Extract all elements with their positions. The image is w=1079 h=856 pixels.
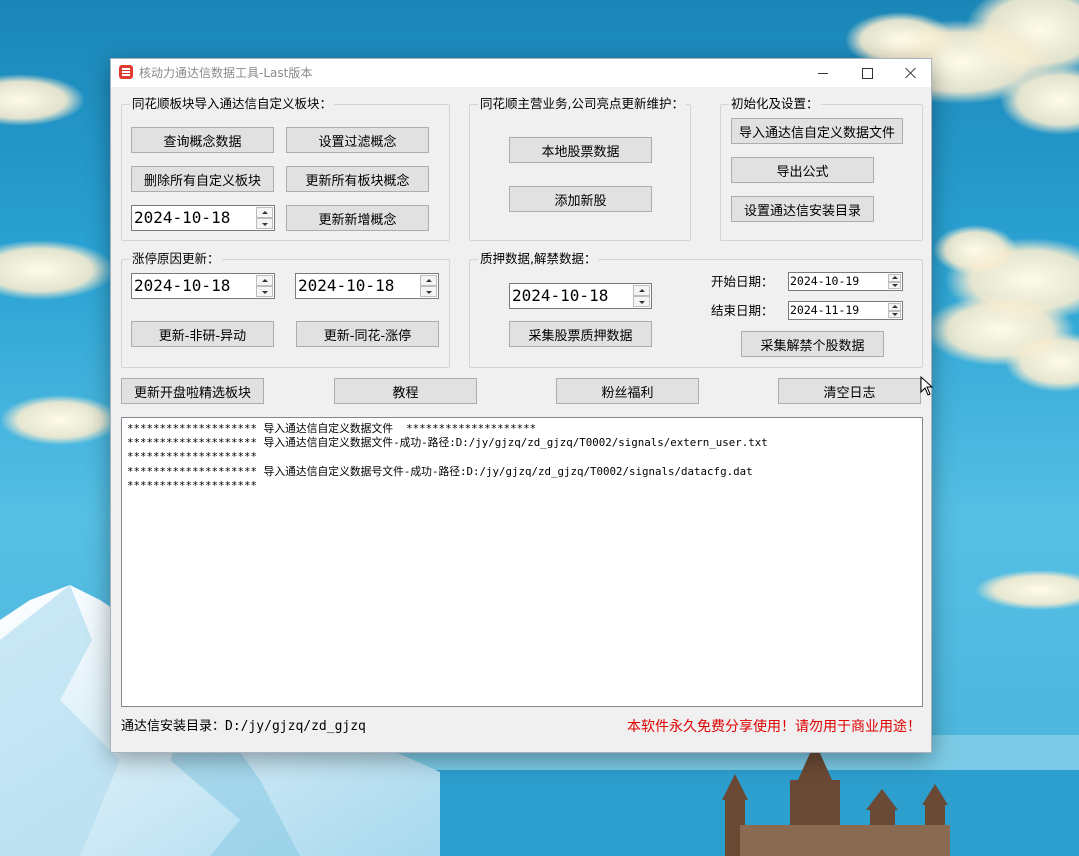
title-bar[interactable]: 核动力通达信数据工具-Last版本 [111, 59, 931, 87]
import-tdx-custom-data-button[interactable]: 导入通达信自定义数据文件 [731, 118, 903, 144]
spin-down-icon[interactable] [888, 310, 901, 318]
start-date-picker[interactable]: 2024-10-19 [788, 272, 903, 291]
log-line: ******************** [127, 478, 258, 492]
update-all-block-concepts-button[interactable]: 更新所有板块概念 [286, 166, 429, 192]
maximize-button[interactable] [845, 59, 889, 87]
limit-up-date-from-value: 2024-10-18 [134, 276, 231, 295]
maximize-icon [862, 68, 873, 79]
settings-group-label: 初始化及设置： [729, 96, 821, 112]
update-ths-limit-up-button[interactable]: 更新-同花-涨停 [296, 321, 439, 347]
end-date-label: 结束日期： [711, 303, 774, 318]
clear-log-button[interactable]: 清空日志 [778, 378, 921, 404]
limit-up-group-label: 涨停原因更新： [130, 251, 222, 267]
mouse-cursor-icon [920, 376, 934, 396]
log-line: ******************** 导入通达信自定义数据文件-成功-路径:… [127, 436, 768, 450]
update-kpl-blocks-button[interactable]: 更新开盘啦精选板块 [121, 378, 264, 404]
log-line: ******************** 导入通达信自定义数据号文件-成功-路径… [127, 464, 753, 478]
install-dir-status: 通达信安装目录：D:/jy/gjzq/zd_gjzq [121, 719, 366, 734]
ths-import-group-label: 同花顺板块导入通达信自定义板块： [130, 96, 335, 112]
concept-date-picker[interactable]: 2024-10-18 [131, 205, 275, 231]
date-spinner[interactable] [633, 285, 650, 307]
date-spinner[interactable] [888, 303, 901, 318]
end-date-picker[interactable]: 2024-11-19 [788, 301, 903, 320]
close-icon [905, 67, 917, 79]
settings-group: 初始化及设置： 导入通达信自定义数据文件 导出公式 设置通达信安装目录 [720, 96, 923, 241]
date-spinner[interactable] [256, 207, 273, 229]
pledge-unlock-group: 质押数据,解禁数据： 2024-10-18 采集股票质押数据 开始日期： 202… [469, 251, 923, 368]
export-formula-button[interactable]: 导出公式 [731, 157, 874, 183]
spin-down-icon[interactable] [420, 286, 437, 297]
log-line: ******************** [127, 450, 258, 464]
limit-up-date-to-value: 2024-10-18 [298, 276, 395, 295]
spin-down-icon[interactable] [256, 286, 273, 297]
minimize-button[interactable] [801, 59, 845, 87]
spin-up-icon[interactable] [888, 274, 901, 282]
spin-up-icon[interactable] [888, 303, 901, 311]
pledge-unlock-group-label: 质押数据,解禁数据： [478, 251, 599, 267]
spin-down-icon[interactable] [888, 281, 901, 289]
limit-up-date-from-picker[interactable]: 2024-10-18 [131, 273, 275, 299]
spin-down-icon[interactable] [256, 218, 273, 229]
start-date-value: 2024-10-19 [790, 274, 860, 288]
fan-benefits-button[interactable]: 粉丝福利 [556, 378, 699, 404]
update-new-concepts-button[interactable]: 更新新增概念 [286, 205, 429, 231]
limit-up-group: 涨停原因更新： 2024-10-18 2024-10-18 更新-非研-异动 更… [121, 251, 450, 368]
minimize-icon [818, 73, 828, 74]
tutorial-button[interactable]: 教程 [334, 378, 477, 404]
pledge-date-picker[interactable]: 2024-10-18 [509, 283, 652, 309]
set-filter-concepts-button[interactable]: 设置过滤概念 [286, 127, 429, 153]
spin-up-icon[interactable] [420, 275, 437, 286]
spin-up-icon[interactable] [256, 207, 273, 218]
set-tdx-install-dir-button[interactable]: 设置通达信安装目录 [731, 196, 874, 222]
delete-custom-blocks-button[interactable]: 删除所有自定义板块 [131, 166, 274, 192]
concept-date-value: 2024-10-18 [134, 208, 231, 227]
ths-import-group: 同花顺板块导入通达信自定义板块： 查询概念数据 设置过滤概念 删除所有自定义板块… [121, 96, 450, 241]
collect-unlock-data-button[interactable]: 采集解禁个股数据 [741, 331, 884, 357]
collect-pledge-data-button[interactable]: 采集股票质押数据 [509, 321, 652, 347]
app-logo-icon [119, 65, 133, 79]
free-use-notice: 本软件永久免费分享使用！请勿用于商业用途！ [627, 719, 921, 735]
pledge-date-value: 2024-10-18 [512, 286, 609, 305]
spin-down-icon[interactable] [633, 296, 650, 307]
start-date-label: 开始日期： [711, 274, 774, 289]
add-new-stock-button[interactable]: 添加新股 [509, 186, 652, 212]
query-concepts-button[interactable]: 查询概念数据 [131, 127, 274, 153]
log-line: ******************** 导入通达信自定义数据文件 ******… [127, 422, 537, 435]
app-window: 核动力通达信数据工具-Last版本 同花顺板块导入通达信自定义板块： 查询概念数… [110, 58, 932, 753]
ths-business-group: 同花顺主营业务,公司亮点更新维护： 本地股票数据 添加新股 [469, 96, 691, 241]
date-spinner[interactable] [256, 275, 273, 297]
limit-up-date-to-picker[interactable]: 2024-10-18 [295, 273, 439, 299]
end-date-value: 2024-11-19 [790, 303, 860, 317]
local-stock-data-button[interactable]: 本地股票数据 [509, 137, 652, 163]
close-button[interactable] [889, 59, 933, 87]
ths-business-group-label: 同花顺主营业务,公司亮点更新维护： [478, 96, 686, 112]
spin-up-icon[interactable] [633, 285, 650, 296]
date-spinner[interactable] [888, 274, 901, 289]
window-title: 核动力通达信数据工具-Last版本 [139, 66, 313, 80]
log-output[interactable]: ******************** 导入通达信自定义数据文件 ******… [121, 417, 923, 707]
date-spinner[interactable] [420, 275, 437, 297]
update-jiuyan-movers-button[interactable]: 更新-非研-异动 [131, 321, 274, 347]
spin-up-icon[interactable] [256, 275, 273, 286]
